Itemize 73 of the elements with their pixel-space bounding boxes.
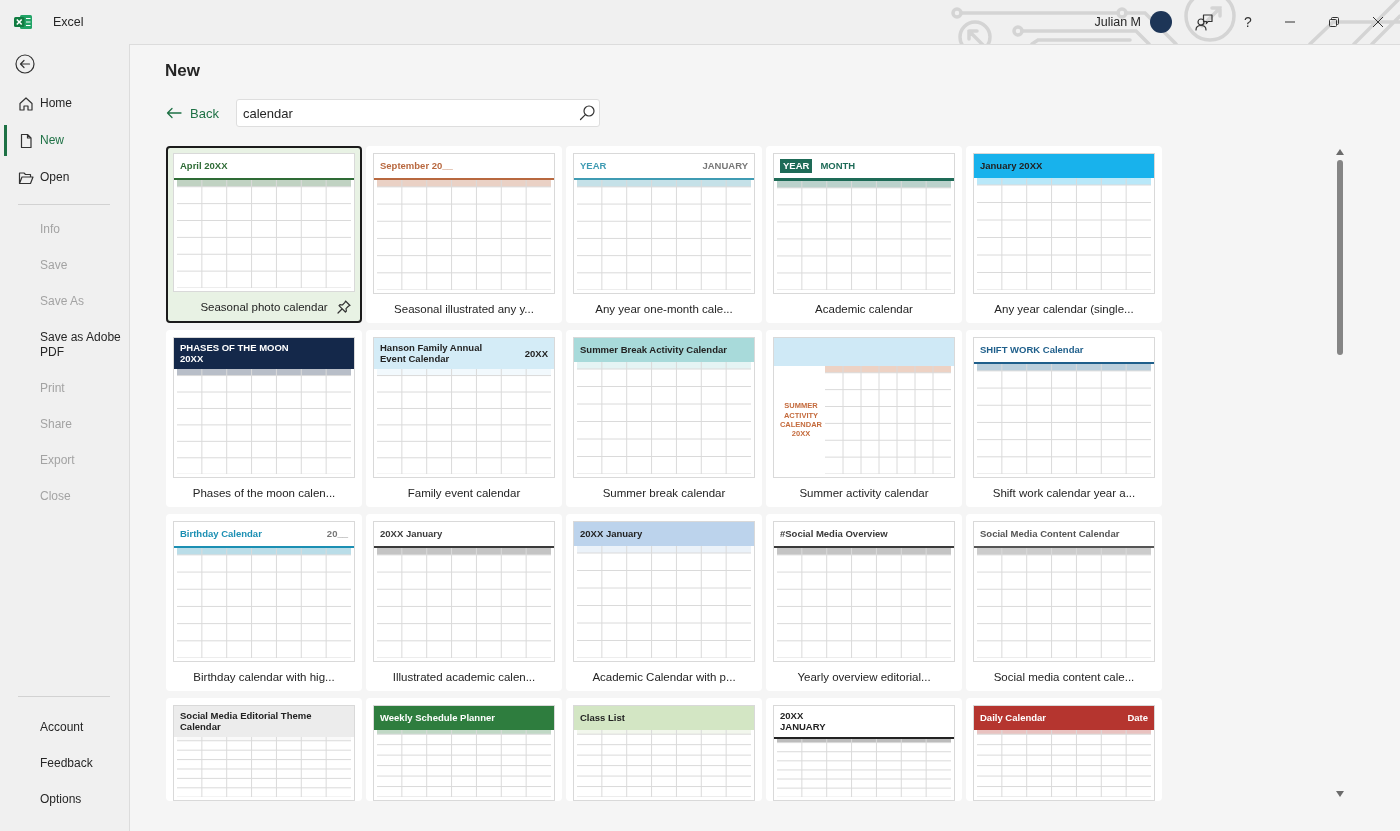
page-icon xyxy=(18,132,34,149)
preview-heading: Class List xyxy=(580,712,625,724)
back-link[interactable]: Back xyxy=(166,103,219,123)
template-card[interactable]: September 20__ Seasonal illustrated any y... xyxy=(366,146,562,323)
preview-subheading: JANUARY xyxy=(702,160,748,172)
template-card[interactable]: Weekly Schedule Planner xyxy=(366,698,562,801)
preview-heading: YEAR xyxy=(780,159,813,173)
template-card[interactable]: Social Media Content Calendar Social media content cale... xyxy=(966,514,1162,691)
back-arrow-circle-icon xyxy=(15,54,35,74)
template-card[interactable]: April 20XX Seasonal photo calendar xyxy=(166,146,362,323)
template-card[interactable]: Social Media Editorial Theme Calendar xyxy=(166,698,362,801)
preview-heading: SHIFT WORK Calendar xyxy=(980,344,1084,356)
template-card[interactable]: Daily Calendar Date xyxy=(966,698,1162,801)
preview-heading: Birthday Calendar xyxy=(180,528,262,540)
user-avatar[interactable] xyxy=(1150,11,1172,33)
preview-heading: 20XX xyxy=(180,353,204,365)
preview-heading: Social Media Content Calendar xyxy=(980,528,1120,540)
preview-heading: January 20XX xyxy=(980,160,1043,172)
template-card[interactable]: 20XX January Academic Calendar with p... xyxy=(566,514,762,691)
template-card[interactable]: January 20XX Any year calendar (single... xyxy=(966,146,1162,323)
preview-subheading: MONTH xyxy=(820,160,856,172)
preview-heading: April 20XX xyxy=(180,160,228,172)
preview-heading: Weekly Schedule Planner xyxy=(380,712,495,724)
preview-heading: Social Media Editorial Theme Calendar xyxy=(180,710,313,733)
preview-heading: JANUARY xyxy=(780,721,826,733)
sidebar-item[interactable]: Account xyxy=(4,712,129,742)
template-card[interactable]: Summer Break Activity Calendar Summer break calendar xyxy=(566,330,762,507)
arrow-left-icon xyxy=(166,107,182,119)
sidebar-item[interactable]: Feedback xyxy=(4,748,129,778)
close-icon xyxy=(1373,17,1383,27)
preview-subheading: 20__ xyxy=(326,528,348,540)
restore-icon xyxy=(1329,17,1339,27)
folder-icon xyxy=(18,169,34,186)
page-title: New xyxy=(165,60,200,82)
help-button[interactable]: ? xyxy=(1228,0,1268,44)
preview-heading: Hanson Family Annual xyxy=(380,342,483,354)
template-card[interactable]: SHIFT WORK Calendar Shift work calendar year a... xyxy=(966,330,1162,507)
template-card[interactable]: #Social Media Overview Yearly overview editorial... xyxy=(766,514,962,691)
preview-heading: #Social Media Overview xyxy=(780,528,888,540)
sidebar-item[interactable]: Open xyxy=(4,162,129,193)
sidebar-item[interactable]: Home xyxy=(4,88,129,119)
app-title: Excel xyxy=(53,15,84,29)
template-card[interactable]: PHASES OF THE MOON 20XX Phases of the moon calen... xyxy=(166,330,362,507)
user-name[interactable]: Julian M xyxy=(1094,15,1141,29)
template-card[interactable]: Hanson Family Annual Event Calendar 20XX Family event calendar xyxy=(366,330,562,507)
template-card[interactable]: YEAR MONTH Academic calendar xyxy=(766,146,962,323)
preview-heading: 20XX xyxy=(780,710,804,722)
search-field[interactable]: calendar xyxy=(236,99,600,127)
template-card[interactable]: Birthday Calendar 20__ Birthday calendar with hig... xyxy=(166,514,362,691)
scroll-up-icon[interactable] xyxy=(1336,149,1344,155)
template-card[interactable]: 20XX JANUARY xyxy=(766,698,962,801)
preview-subheading: 20XX xyxy=(524,347,548,360)
pin-icon[interactable] xyxy=(337,300,351,314)
sidebar-item[interactable]: Save as Adobe PDF xyxy=(4,322,129,367)
template-card[interactable]: Class List xyxy=(566,698,762,801)
home-icon xyxy=(18,95,34,112)
template-card[interactable]: YEAR JANUARY Any year one-month cale... xyxy=(566,146,762,323)
template-card[interactable]: 20XX January Illustrated academic calen... xyxy=(366,514,562,691)
preview-heading: Event Calendar xyxy=(380,353,450,365)
preview-heading: Summer Break Activity Calendar xyxy=(580,344,727,356)
sidebar-item[interactable]: Options xyxy=(4,784,129,814)
scroll-down-icon[interactable] xyxy=(1336,791,1344,797)
person-speech-bubble-icon xyxy=(1195,13,1213,31)
preview-heading: YEAR xyxy=(580,160,607,172)
preview-heading: 20XX January xyxy=(580,528,643,540)
preview-heading: Daily Calendar xyxy=(980,712,1046,724)
scrollbar-thumb[interactable] xyxy=(1337,160,1343,355)
preview-heading: 20XX January xyxy=(380,528,443,540)
preview-heading: September 20__ xyxy=(380,160,453,172)
preview-subheading: Date xyxy=(1127,712,1148,724)
preview-heading: PHASES OF THE MOON xyxy=(180,342,289,354)
search-icon[interactable] xyxy=(579,105,595,121)
excel-logo-icon xyxy=(14,14,32,30)
